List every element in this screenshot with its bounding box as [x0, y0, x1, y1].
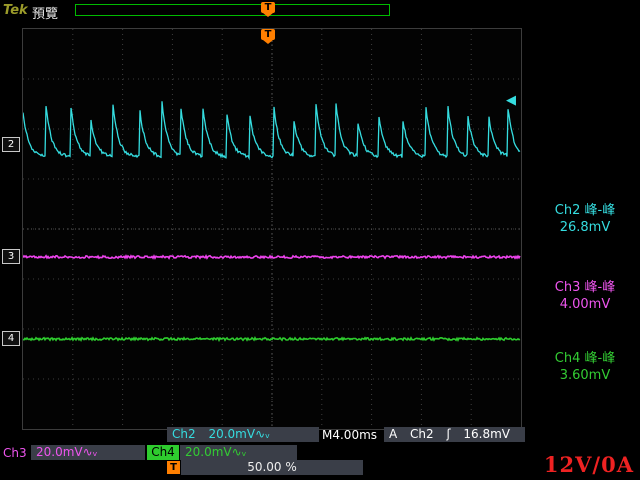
ch4-readout-badge: Ch4 [147, 445, 179, 460]
acquisition-status: 預覽 [32, 3, 58, 22]
measurement-value: 26.8mV [533, 219, 637, 236]
measurement-ch3-pkpk: Ch3 峰-峰 4.00mV [533, 279, 637, 313]
ch4-position-marker[interactable]: 4 [2, 331, 20, 346]
trigger-t-icon: T [261, 2, 275, 13]
ch3-waveform [23, 256, 520, 258]
ch3-position-marker[interactable]: 3 [2, 249, 20, 264]
ch4-readout-scale: 20.0mV∿ᵥ [185, 445, 247, 459]
tek-logo: Tek [3, 3, 28, 18]
trigger-source: Ch2 [410, 427, 434, 441]
waveform-display [23, 29, 521, 429]
ch3-scale-readout: 20.0mV∿ᵥ [31, 445, 145, 460]
measurement-title: Ch4 峰-峰 [533, 350, 637, 367]
trigger-level-value: 16.8mV [463, 427, 510, 441]
timebase-readout: M4.00ms [322, 428, 377, 442]
ch3-readout-scale: 20.0mV∿ᵥ [36, 445, 98, 459]
trigger-readout: A Ch2 ʃ 16.8mV [384, 427, 525, 442]
trigger-position-readout: 50.00 % [181, 460, 363, 475]
measurement-ch4-pkpk: Ch4 峰-峰 3.60mV [533, 350, 637, 384]
graticule [22, 28, 522, 430]
trigger-t-icon: T [261, 29, 275, 40]
measurement-value: 4.00mV [533, 296, 637, 313]
oscilloscope-screen: Tek 預覽 T T 2 3 4 ◀ Ch2 峰-峰 26.8mV Ch3 峰-… [0, 0, 640, 480]
ch2-readout-label: Ch2 [172, 427, 196, 441]
trigger-arrow-icon [263, 40, 273, 44]
trigger-position-marker-graticule[interactable]: T [261, 29, 275, 44]
ch3-readout-label: Ch3 [3, 446, 27, 460]
trigger-mode: A [389, 427, 397, 441]
trigger-slope-icon: ʃ [447, 427, 451, 441]
measurement-value: 3.60mV [533, 367, 637, 384]
record-view-bar [75, 4, 390, 16]
trigger-arrow-icon [263, 13, 273, 17]
trigger-position-icon: T [167, 461, 180, 474]
trigger-level-arrow-icon[interactable]: ◀ [506, 93, 516, 108]
psu-overlay-reading: 12V/0A [544, 452, 634, 477]
ch2-position-marker[interactable]: 2 [2, 137, 20, 152]
measurement-title: Ch3 峰-峰 [533, 279, 637, 296]
trigger-position-marker-recordbar[interactable]: T [261, 2, 275, 17]
trigger-position-value: 50.00 % [247, 460, 297, 474]
ch4-scale-readout: 20.0mV∿ᵥ [180, 445, 297, 460]
ch4-waveform [23, 338, 520, 340]
measurement-title: Ch2 峰-峰 [533, 202, 637, 219]
measurement-ch2-pkpk: Ch2 峰-峰 26.8mV [533, 202, 637, 236]
ch2-readout-scale: 20.0mV∿ᵥ [208, 427, 270, 441]
ch2-scale-readout: Ch2 20.0mV∿ᵥ [167, 427, 319, 442]
